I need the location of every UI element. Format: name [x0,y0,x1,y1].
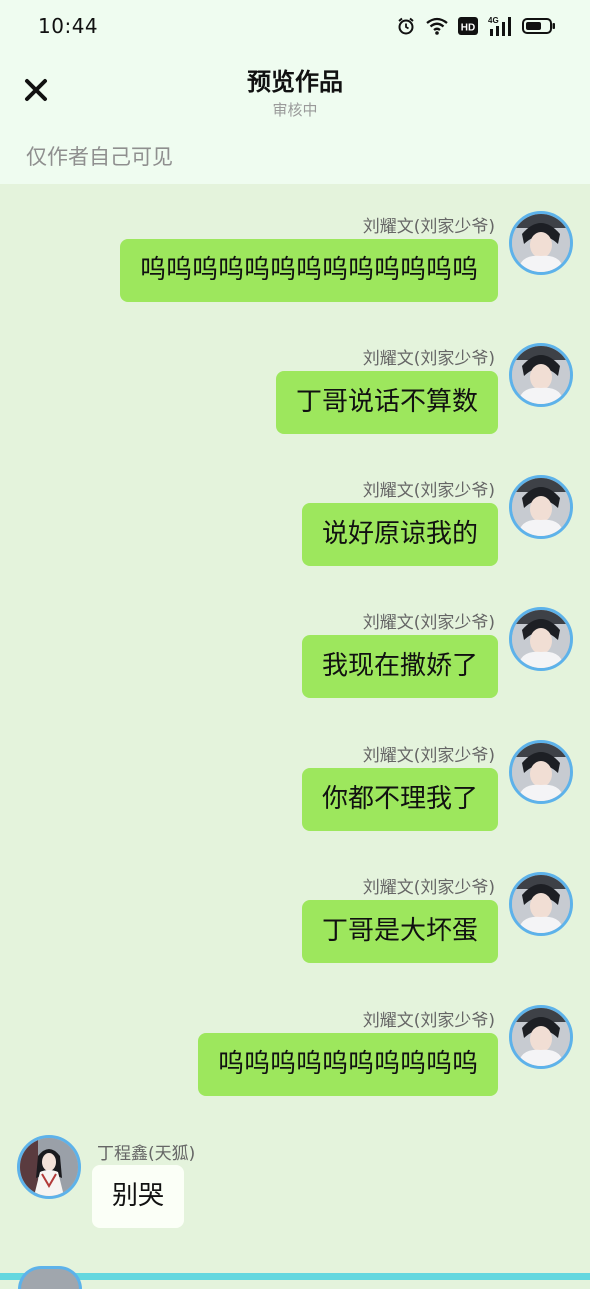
sender-name: 刘耀文(刘家少爷) [362,481,495,501]
sender-name: 刘耀文(刘家少爷) [362,746,495,766]
hd-label: HD [461,23,475,34]
avatar[interactable] [17,1135,81,1199]
avatar-image [512,478,570,536]
message-bubble[interactable]: 说好原谅我的 [301,503,498,566]
sender-name: 刘耀文(刘家少爷) [362,349,495,369]
avatar-image [512,743,570,801]
battery-icon [522,18,555,34]
avatar[interactable] [18,1266,82,1289]
top-area: 10:44 HD 4G 预览作品 审核中 仅作者自己可见 [0,0,590,184]
message-bubble[interactable]: 丁哥说话不算数 [275,371,498,434]
avatar-image [512,1008,570,1066]
4g-signal-icon: 4G [488,16,511,36]
sender-name: 刘耀文(刘家少爷) [362,217,495,237]
alarm-icon [398,17,414,35]
wifi-icon [426,17,448,35]
status-time: 10:44 [38,14,99,38]
avatar[interactable] [509,211,573,275]
avatar-image [20,1138,78,1196]
message-bubble[interactable]: 你都不理我了 [301,768,498,831]
header: 预览作品 审核中 [0,52,590,132]
avatar[interactable] [509,607,573,671]
avatar[interactable] [509,740,573,804]
message-bubble[interactable]: 呜呜呜呜呜呜呜呜呜呜呜呜呜 [119,239,498,302]
hd-icon: HD [458,17,478,35]
avatar[interactable] [509,872,573,936]
avatar-image [512,214,570,272]
visibility-note: 仅作者自己可见 [26,145,173,169]
status-icons: HD 4G [396,14,556,38]
avatar[interactable] [509,1005,573,1069]
sender-name: 刘耀文(刘家少爷) [362,1011,495,1031]
avatar[interactable] [509,475,573,539]
sender-name: 刘耀文(刘家少爷) [362,878,495,898]
review-status: 审核中 [272,101,318,119]
message-bubble[interactable]: 丁哥是大坏蛋 [301,900,498,963]
sender-name: 丁程鑫(天狐) [97,1144,196,1164]
avatar-image [512,346,570,404]
avatar[interactable] [509,343,573,407]
avatar-image [512,875,570,933]
message-bubble[interactable]: 别哭 [92,1165,185,1228]
message-bubble[interactable]: 呜呜呜呜呜呜呜呜呜呜 [197,1033,498,1096]
avatar-image [512,610,570,668]
chat-area[interactable]: 刘耀文(刘家少爷) 呜呜呜呜呜呜呜呜呜呜呜呜呜 刘耀文(刘家少爷) 丁哥说话不算… [0,184,590,1280]
page-title: 预览作品 [247,68,343,96]
network-label: 4G [488,16,499,25]
sender-name: 刘耀文(刘家少爷) [362,613,495,633]
status-bar: 10:44 HD 4G [0,0,590,52]
message-bubble[interactable]: 我现在撒娇了 [301,635,498,698]
bottom-strip [0,1273,590,1280]
